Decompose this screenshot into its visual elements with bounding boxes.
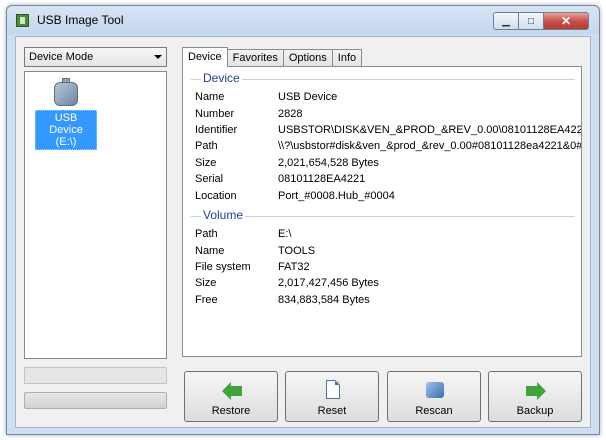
row-label: Name [195, 245, 225, 257]
device-list[interactable]: USB Device (E:\) [24, 71, 167, 359]
minimize-button[interactable]: ▁ [493, 12, 519, 30]
backup-button[interactable]: Backup [488, 371, 582, 422]
device-tab-panel: Device Name USB Device Number 2828 Ident… [182, 66, 582, 357]
row-label: File system [195, 261, 251, 273]
device-group-title: Device [201, 71, 242, 85]
row-value: 834,883,584 Bytes [278, 294, 370, 306]
reset-button-label: Reset [317, 405, 347, 417]
volume-group-divider [191, 216, 575, 217]
row-value: TOOLS [278, 245, 316, 257]
mode-select-value: Device Mode [29, 51, 94, 63]
row-value: 2,021,654,528 Bytes [278, 157, 379, 169]
maximize-button[interactable]: □ [518, 12, 544, 30]
row-label: Path [195, 140, 218, 152]
app-icon [16, 14, 29, 27]
device-row-size: Size 2,021,654,528 Bytes [195, 157, 581, 173]
volume-row-file-system: File system FAT32 [195, 261, 581, 277]
tab-favorites[interactable]: Favorites [226, 49, 284, 66]
row-value: 08101128EA4221 [278, 173, 366, 185]
arrow-left-icon [222, 380, 242, 402]
device-item-label-name: USB Device [49, 112, 83, 136]
device-row-location: Location Port_#0008.Hub_#0004 [195, 190, 581, 206]
row-value: FAT32 [278, 261, 310, 273]
row-value: 2828 [278, 108, 303, 120]
device-row-number: Number 2828 [195, 108, 581, 124]
row-label: Location [195, 190, 237, 202]
volume-row-size: Size 2,017,427,456 Bytes [195, 277, 581, 293]
volume-group-title: Volume [201, 208, 246, 222]
tab-strip: Device Favorites Options Info [182, 47, 363, 67]
tab-info[interactable]: Info [331, 49, 363, 66]
row-label: Free [195, 294, 218, 306]
blank-document-icon [323, 380, 343, 402]
chevron-down-icon [154, 55, 162, 59]
row-value: Port_#0008.Hub_#0004 [278, 190, 395, 202]
row-label: Identifier [195, 124, 238, 136]
row-value: USBSTOR\DISK&VEN_&PROD_&REV_0.00\0810112… [278, 124, 582, 136]
progress-bar [24, 392, 167, 409]
rescan-button-label: Rescan [415, 405, 453, 417]
reset-button[interactable]: Reset [285, 371, 379, 422]
app-window: USB Image Tool ▁ □ ✕ Device Mode USB Dev… [6, 5, 600, 435]
restore-button[interactable]: Restore [184, 371, 278, 422]
window-title: USB Image Tool [37, 13, 124, 27]
row-label: Name [195, 91, 225, 103]
device-row-identifier: Identifier USBSTOR\DISK&VEN_&PROD_&REV_0… [195, 124, 582, 140]
volume-row-name: Name TOOLS [195, 245, 581, 261]
mode-select[interactable]: Device Mode [24, 47, 167, 67]
row-value: E:\ [278, 228, 292, 240]
title-bar[interactable]: USB Image Tool ▁ □ ✕ [7, 6, 599, 34]
arrow-right-icon [526, 380, 546, 402]
row-value: \\?\usbstor#disk&ven_&prod_&rev_0.00#081… [278, 140, 582, 152]
rescan-icon [425, 380, 445, 402]
row-label: Number [195, 108, 235, 120]
tab-device[interactable]: Device [182, 47, 228, 67]
row-value: 2,017,427,456 Bytes [278, 277, 379, 289]
device-row-name: Name USB Device [195, 91, 581, 107]
volume-row-path: Path E:\ [195, 228, 581, 244]
device-row-path: Path \\?\usbstor#disk&ven_&prod_&rev_0.0… [195, 140, 582, 156]
client-area: Device Mode USB Device (E:\) Device Favo… [15, 36, 591, 428]
backup-button-label: Backup [516, 405, 554, 417]
restore-button-label: Restore [211, 405, 251, 417]
device-item-usb[interactable]: USB Device (E:\) [35, 78, 97, 150]
device-row-serial: Serial 08101128EA4221 [195, 173, 581, 189]
usb-drive-icon [50, 78, 82, 108]
row-label: Size [195, 157, 217, 169]
row-label: Size [195, 277, 217, 289]
close-button[interactable]: ✕ [543, 12, 589, 30]
device-item-label: USB Device (E:\) [35, 110, 97, 150]
device-group-divider [191, 79, 575, 80]
rescan-button[interactable]: Rescan [387, 371, 481, 422]
row-value: USB Device [278, 91, 338, 103]
row-label: Serial [195, 173, 224, 185]
row-label: Path [195, 228, 218, 240]
device-item-label-drive: (E:\) [55, 136, 77, 148]
tab-options[interactable]: Options [282, 49, 333, 66]
volume-row-free: Free 834,883,584 Bytes [195, 294, 581, 310]
status-field [24, 367, 167, 384]
